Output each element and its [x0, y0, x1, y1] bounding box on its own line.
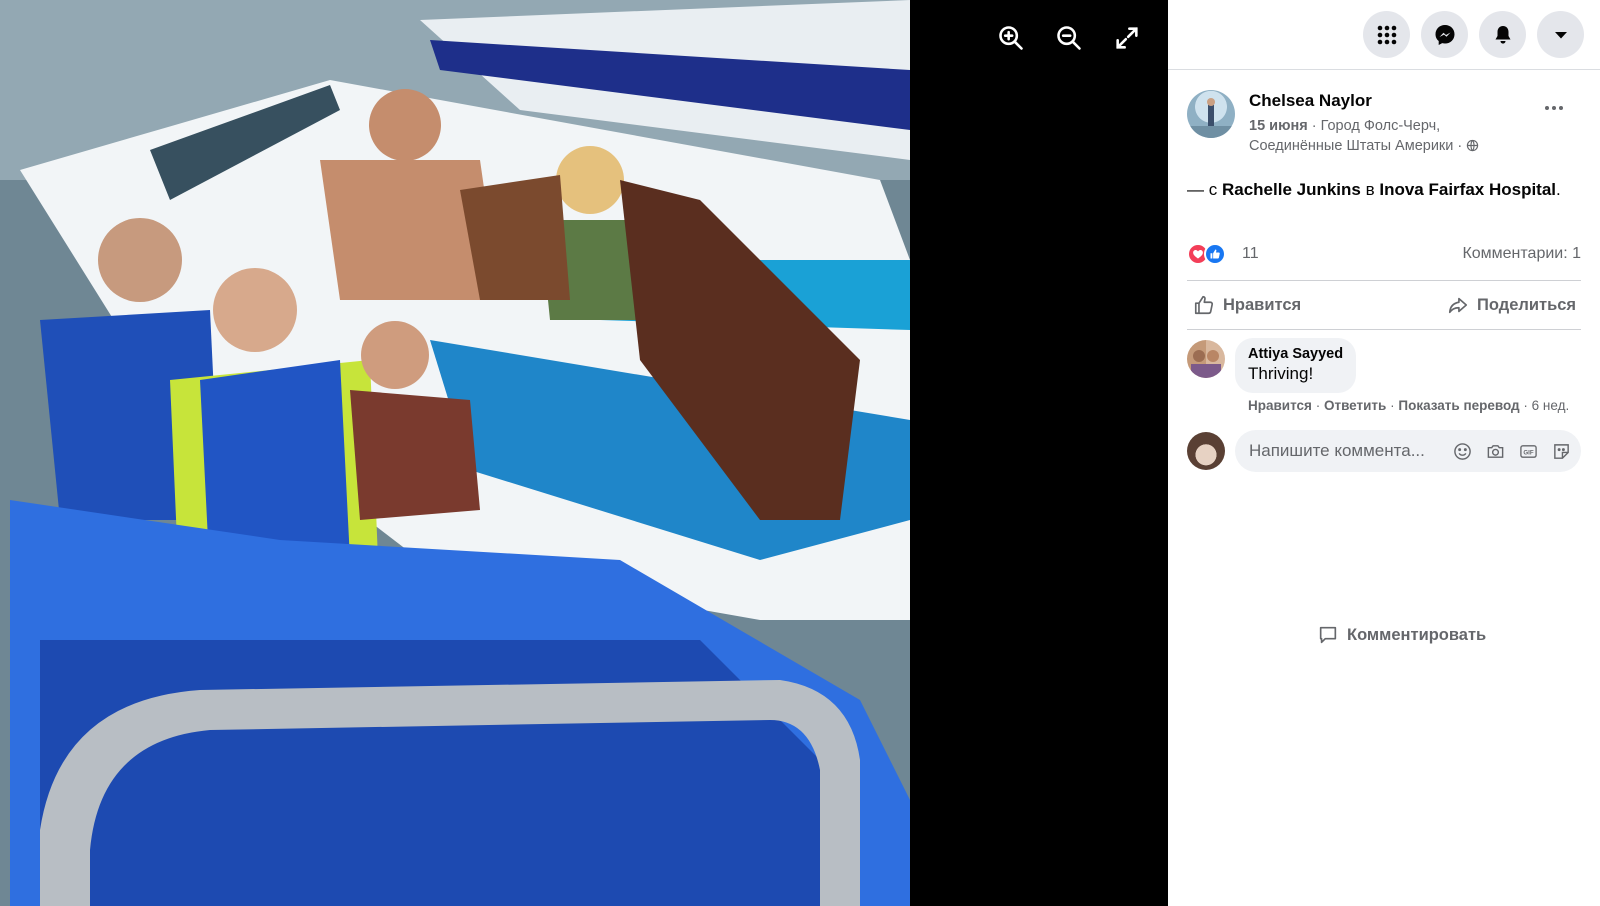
zoom-out-icon[interactable] [1053, 22, 1085, 54]
meta-separator: · [1457, 138, 1463, 154]
comment-button[interactable]: Комментировать [1317, 619, 1600, 651]
comment-label: Комментировать [1347, 625, 1487, 644]
post-caption: — с Rachelle Junkins в Inova Fairfax Hos… [1187, 180, 1561, 200]
sticker-icon[interactable] [1551, 441, 1571, 461]
caption-prefix: — с [1187, 180, 1218, 199]
meta-separator: · [1311, 118, 1317, 134]
more-options-icon[interactable] [1538, 96, 1570, 120]
comment-like-link[interactable]: Нравится [1248, 398, 1312, 413]
comment-text: Thriving! [1248, 364, 1314, 383]
tagged-person-link[interactable]: Rachelle Junkins [1222, 180, 1361, 199]
thumbs-up-icon [1194, 295, 1214, 315]
like-button[interactable]: Нравится [1193, 289, 1301, 321]
messenger-icon[interactable] [1421, 11, 1468, 58]
comment-separator: · [1523, 398, 1528, 413]
zoom-in-icon[interactable] [995, 22, 1027, 54]
post-meta: 15 июня · Город Фолс-Черч, Соединённые Ш… [1249, 116, 1519, 156]
gif-icon[interactable]: GIF [1518, 441, 1538, 461]
photo-viewer [0, 0, 1168, 906]
reactions-count[interactable]: 11 [1242, 245, 1259, 263]
fullscreen-icon[interactable] [1111, 22, 1143, 54]
post-side-panel: Chelsea Naylor 15 июня · Город Фолс-Черч… [1168, 0, 1600, 906]
commenter-avatar[interactable] [1187, 340, 1225, 378]
comment-time[interactable]: 6 нед. [1532, 398, 1570, 413]
emoji-icon[interactable] [1452, 441, 1472, 461]
comment-separator: · [1390, 398, 1395, 413]
globe-icon [1467, 139, 1479, 152]
viewer-toolbar [995, 22, 1143, 54]
reaction-icons[interactable] [1187, 243, 1226, 265]
reactions-summary: 11 Комментарии: 1 [1187, 242, 1581, 266]
like-label: Нравится [1223, 295, 1302, 314]
notifications-bell-icon[interactable] [1479, 11, 1526, 58]
share-button[interactable]: Поделиться [1447, 289, 1576, 321]
post-actions: Нравится Комментировать Поделиться [1187, 280, 1581, 644]
caption-middle: в [1365, 180, 1375, 199]
show-translation-link[interactable]: Показать перевод [1398, 398, 1519, 413]
caption-suffix: . [1556, 180, 1561, 199]
menu-grid-icon[interactable] [1363, 11, 1410, 58]
post-date[interactable]: 15 июня [1249, 118, 1308, 134]
share-label: Поделиться [1477, 295, 1577, 314]
post-photo[interactable] [0, 0, 910, 906]
author-name[interactable]: Chelsea Naylor [1249, 91, 1372, 111]
author-avatar[interactable] [1187, 90, 1235, 138]
comment-input[interactable] [1249, 430, 1439, 472]
comment-bubble: Attiya Sayyed Thriving! [1235, 338, 1357, 393]
comment-separator: · [1315, 398, 1321, 413]
composer-tools: GIF [1452, 441, 1571, 461]
comments-count[interactable]: Комментарии: 1 [1462, 245, 1581, 263]
top-navigation [1168, 0, 1600, 70]
like-reaction-icon [1204, 243, 1226, 265]
speech-bubble-icon [1319, 626, 1337, 644]
svg-text:GIF: GIF [1523, 449, 1533, 456]
share-arrow-icon [1448, 297, 1468, 314]
comment-actions: Нравится · Ответить · Показать перевод ·… [1248, 398, 1569, 413]
comment-reply-link[interactable]: Ответить [1324, 398, 1386, 413]
place-link[interactable]: Inova Fairfax Hospital [1379, 180, 1556, 199]
comment-author[interactable]: Attiya Sayyed [1248, 346, 1343, 362]
camera-icon[interactable] [1485, 441, 1505, 461]
comment-input-wrapper: GIF [1235, 430, 1581, 472]
current-user-avatar[interactable] [1187, 432, 1225, 470]
account-caret-icon[interactable] [1537, 11, 1584, 58]
